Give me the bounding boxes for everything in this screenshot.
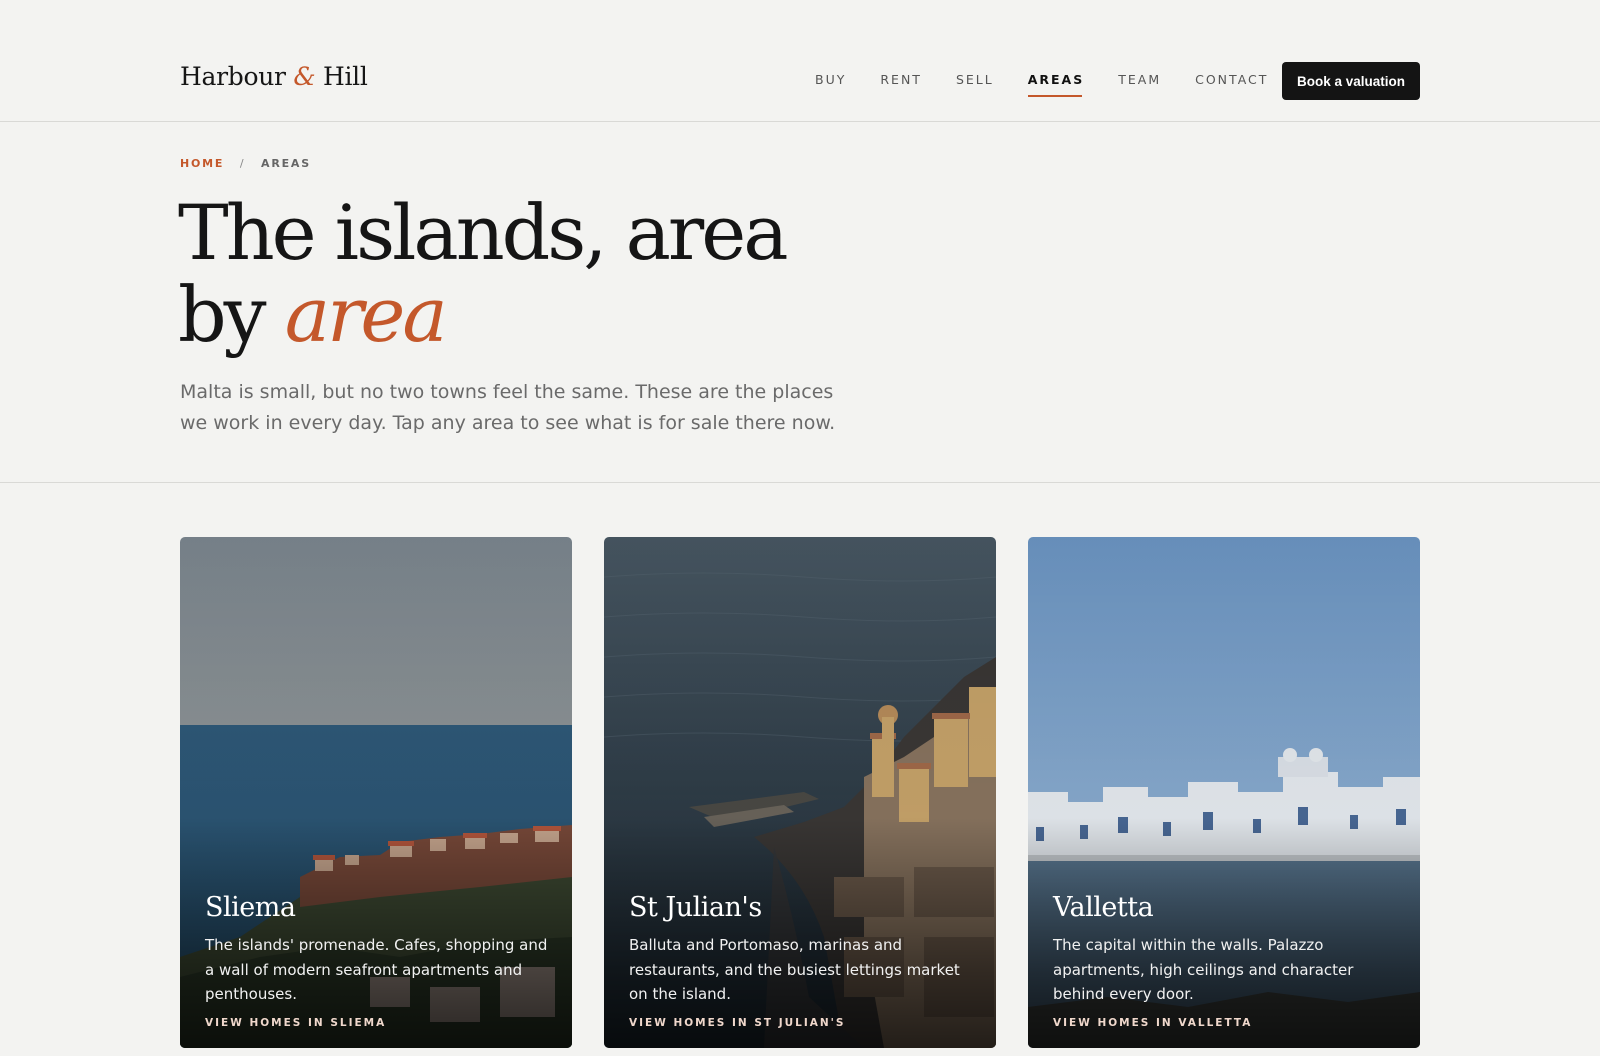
site-header: Harbour & Hill BUY RENT SELL AREAS TEAM … — [0, 0, 1600, 122]
brand-ampersand: & — [293, 62, 316, 91]
area-card-sliema[interactable]: Sliema The islands' promenade. Cafes, sh… — [180, 537, 572, 1048]
intro-text: Malta is small, but no two towns feel th… — [180, 381, 836, 434]
breadcrumb-home[interactable]: HOME — [180, 157, 224, 170]
area-card-title: Valletta — [1053, 892, 1154, 923]
nav-item-areas[interactable]: AREAS — [1027, 72, 1085, 97]
breadcrumb-separator: / — [239, 157, 246, 170]
nav-item-rent[interactable]: RENT — [880, 72, 922, 97]
nav-item-buy[interactable]: BUY — [815, 72, 846, 97]
nav-item-sell[interactable]: SELL — [956, 72, 994, 97]
book-valuation-button[interactable]: Book a valuation — [1282, 62, 1420, 100]
view-homes-link[interactable]: VIEW HOMES IN ST JULIAN'S — [629, 1017, 976, 1029]
brand-name-last: Hill — [322, 62, 368, 91]
area-card-info: Sliema The islands' promenade. Cafes, sh… — [205, 892, 552, 1029]
view-homes-link[interactable]: VIEW HOMES IN SLIEMA — [205, 1017, 552, 1029]
area-card-info: Valletta The capital within the walls. P… — [1053, 892, 1400, 1029]
page-title-prefix: by — [178, 270, 267, 359]
main-nav: BUY RENT SELL AREAS TEAM CONTACT — [815, 72, 1302, 97]
nav-item-contact[interactable]: CONTACT — [1195, 72, 1268, 97]
area-card-title: Sliema — [205, 892, 296, 923]
page-title-line1: The islands, area — [178, 188, 789, 277]
area-card-st-julians[interactable]: St Julian's Balluta and Portomaso, marin… — [604, 537, 996, 1048]
area-card-description: Balluta and Portomaso, marinas and resta… — [629, 936, 960, 1003]
brand-logo[interactable]: Harbour & Hill — [180, 62, 368, 91]
area-card-valletta[interactable]: Valletta The capital within the walls. P… — [1028, 537, 1420, 1048]
area-card-description: The islands' promenade. Cafes, shopping … — [205, 936, 548, 1003]
nav-item-team[interactable]: TEAM — [1118, 72, 1161, 97]
brand-name-first: Harbour — [180, 62, 286, 91]
area-card-info: St Julian's Balluta and Portomaso, marin… — [629, 892, 976, 1029]
section-divider — [0, 482, 1600, 483]
view-homes-link[interactable]: VIEW HOMES IN VALLETTA — [1053, 1017, 1400, 1029]
page-title-accent: area — [284, 270, 448, 359]
breadcrumb-current: AREAS — [261, 157, 311, 170]
breadcrumb: HOME / AREAS — [180, 157, 311, 170]
area-card-description: The capital within the walls. Palazzo ap… — [1053, 936, 1354, 1003]
area-card-title: St Julian's — [629, 892, 762, 923]
page-title: The islands, area by area — [178, 192, 789, 359]
